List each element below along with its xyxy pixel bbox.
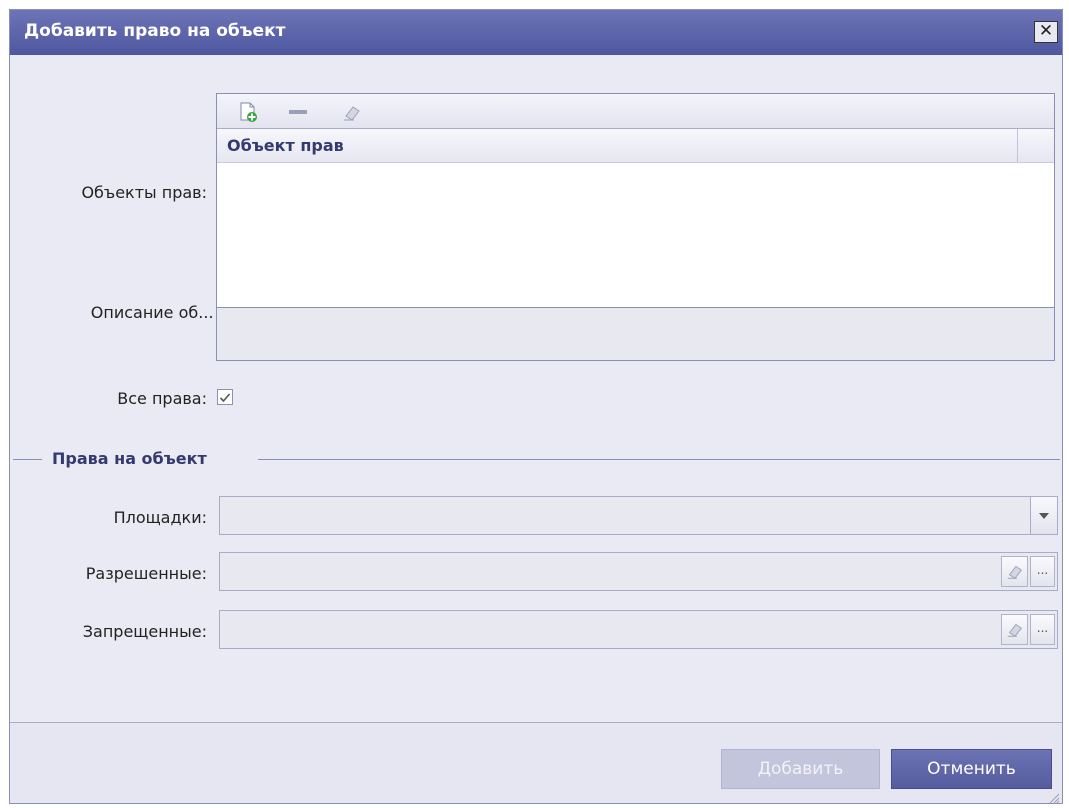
all-rights-label: Все права:: [117, 389, 207, 408]
close-icon: ✕: [1038, 21, 1054, 41]
dialog-title: Добавить право на объект: [24, 21, 286, 41]
remove-row-icon[interactable]: [287, 101, 309, 123]
eraser-icon: [1007, 623, 1022, 637]
close-button[interactable]: ✕: [1034, 21, 1058, 43]
denied-browse-button[interactable]: ...: [1030, 614, 1055, 645]
eraser-icon: [1007, 565, 1022, 579]
allowed-browse-button[interactable]: ...: [1030, 556, 1055, 587]
rights-objects-grid: Объект прав: [216, 93, 1055, 308]
dialog-footer: Добавить Отменить: [10, 722, 1062, 804]
add-row-icon[interactable]: [237, 101, 259, 123]
sites-dropdown-button[interactable]: [1030, 497, 1057, 534]
allowed-field[interactable]: ...: [219, 552, 1058, 591]
ellipsis-icon: ...: [1036, 621, 1049, 635]
sites-combobox[interactable]: [219, 496, 1058, 535]
resize-grip-icon[interactable]: [1046, 790, 1060, 804]
chevron-down-icon: [1039, 513, 1049, 519]
all-rights-checkbox[interactable]: [217, 389, 233, 405]
column-header-object[interactable]: Объект прав: [227, 136, 344, 155]
cancel-button-label: Отменить: [927, 759, 1016, 779]
denied-clear-button[interactable]: [1001, 614, 1028, 645]
grid-body[interactable]: [217, 163, 1054, 307]
cancel-button[interactable]: Отменить: [891, 749, 1052, 789]
allowed-clear-button[interactable]: [1001, 556, 1028, 587]
add-button[interactable]: Добавить: [721, 749, 880, 789]
objects-label: Объекты прав:: [81, 183, 207, 202]
add-button-label: Добавить: [757, 759, 844, 779]
dialog-titlebar[interactable]: Добавить право на объект ✕: [10, 10, 1062, 55]
allowed-label: Разрешенные:: [85, 564, 207, 583]
fieldset-divider-left: [13, 459, 42, 460]
column-separator[interactable]: [1017, 129, 1018, 162]
grid-toolbar: [217, 94, 1054, 129]
fieldset-legend: Права на объект: [52, 449, 207, 468]
denied-label: Запрещенные:: [82, 622, 207, 641]
denied-field[interactable]: ...: [219, 610, 1058, 649]
sites-label: Площадки:: [113, 508, 207, 527]
fieldset-divider-right: [258, 459, 1060, 460]
clear-eraser-icon[interactable]: [341, 101, 363, 123]
description-textarea[interactable]: [216, 308, 1055, 361]
dialog-window: Добавить право на объект ✕ Объекты прав:: [9, 9, 1063, 804]
description-label: Описание об... :: [90, 303, 224, 322]
grid-header: Объект прав: [217, 129, 1054, 163]
checkmark-icon: [219, 393, 231, 403]
ellipsis-icon: ...: [1036, 563, 1049, 577]
